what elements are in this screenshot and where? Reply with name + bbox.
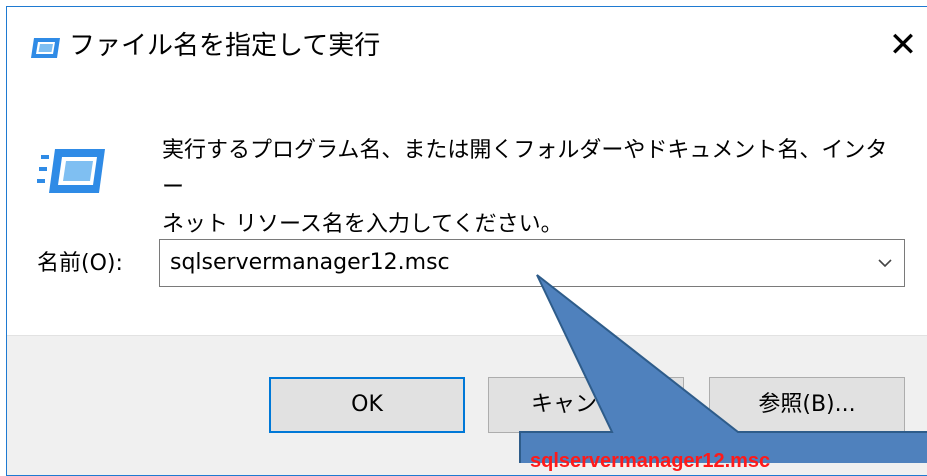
- title-bar: ファイル名を指定して実行 ✕: [7, 7, 927, 89]
- name-input[interactable]: [170, 248, 830, 278]
- ok-button[interactable]: OK: [269, 377, 465, 433]
- run-dialog-window: ファイル名を指定して実行 ✕ 実行するプログラム名、または開くフォルダーやドキュ…: [6, 6, 927, 476]
- run-program-icon: [37, 149, 105, 193]
- name-combobox[interactable]: [159, 239, 905, 287]
- description-line-1: 実行するプログラム名、または開くフォルダーやドキュメント名、インター: [162, 138, 888, 200]
- description-line-2: ネット リソース名を入力してください。: [162, 212, 563, 237]
- description-text: 実行するプログラム名、または開くフォルダーやドキュメント名、インター ネット リ…: [162, 132, 902, 243]
- window-title: ファイル名を指定して実行: [69, 31, 381, 61]
- button-bar: OK キャンセル 参照(B)...: [7, 335, 927, 475]
- close-icon[interactable]: ✕: [889, 25, 918, 65]
- dialog-content: 実行するプログラム名、または開くフォルダーやドキュメント名、インター ネット リ…: [7, 89, 927, 335]
- callout-text: sqlservermanager12.msc: [530, 450, 771, 472]
- cancel-button[interactable]: キャンセル: [488, 377, 684, 433]
- chevron-down-icon[interactable]: [874, 250, 896, 276]
- name-label: 名前(O):: [37, 251, 123, 276]
- run-dialog-icon: [31, 38, 60, 58]
- close-button[interactable]: ✕: [879, 21, 927, 69]
- browse-button[interactable]: 参照(B)...: [709, 377, 905, 433]
